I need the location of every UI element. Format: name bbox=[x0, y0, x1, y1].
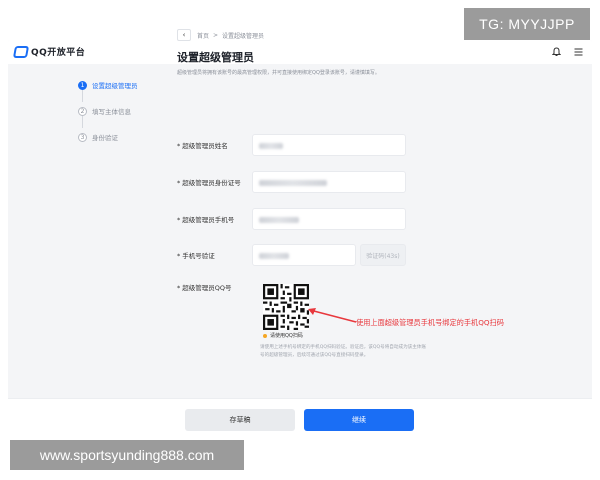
required-mark: * bbox=[177, 179, 181, 187]
step-number: 2 bbox=[78, 106, 87, 116]
logo-text: QQ开放平台 bbox=[31, 48, 86, 58]
continue-button[interactable]: 继续 bbox=[304, 409, 414, 431]
verify-label: * 手机号验证 bbox=[177, 250, 252, 260]
verify-code-input[interactable] bbox=[252, 244, 356, 266]
annotation-text: 使用上面超级管理员手机号绑定的手机QQ扫码 bbox=[356, 318, 504, 327]
top-icons bbox=[550, 46, 584, 58]
breadcrumb-current: 设置超级管理员 bbox=[222, 32, 265, 40]
id-label: * 超级管理员身份证号 bbox=[177, 177, 252, 187]
step-number: 3 bbox=[78, 132, 87, 142]
phone-label-text: 超级管理员手机号 bbox=[182, 216, 235, 224]
step-number: 1 bbox=[78, 80, 87, 90]
logo[interactable]: QQ开放平台 bbox=[12, 45, 86, 58]
chevron-left-icon: ‹ bbox=[182, 31, 186, 39]
step-2[interactable]: 2 填写主体信息 bbox=[78, 104, 168, 128]
masked-value bbox=[259, 180, 327, 186]
name-row: * 超级管理员姓名 bbox=[177, 134, 422, 156]
breadcrumb-home[interactable]: 首页 bbox=[197, 31, 209, 40]
required-mark: * bbox=[177, 216, 181, 224]
step-3[interactable]: 3 身份验证 bbox=[78, 130, 168, 144]
step-connector bbox=[82, 116, 83, 128]
page-title: 设置超级管理员 bbox=[177, 51, 254, 64]
phone-input[interactable] bbox=[252, 208, 406, 230]
required-mark: * bbox=[177, 142, 181, 150]
breadcrumb: ‹ 首页 > 设置超级管理员 bbox=[177, 29, 264, 41]
id-label-text: 超级管理员身份证号 bbox=[182, 179, 241, 187]
step-label: 身份验证 bbox=[92, 134, 118, 142]
qr-help-text: 请使用上述手机号绑定的手机QQ扫码验证。验证后，该QQ号将自动成为该主体账号的超… bbox=[260, 345, 427, 358]
get-code-button[interactable]: 验证码(43s) bbox=[360, 244, 406, 266]
step-label: 设置超级管理员 bbox=[92, 82, 138, 90]
verify-row: * 手机号验证 验证码(43s) bbox=[177, 244, 422, 266]
info-dot-icon bbox=[263, 333, 267, 338]
id-row: * 超级管理员身份证号 bbox=[177, 171, 422, 193]
qq-label: * 超级管理员QQ号 bbox=[177, 282, 252, 292]
step-connector bbox=[82, 90, 83, 102]
back-button[interactable]: ‹ bbox=[177, 29, 191, 41]
watermark-top-right: TG: MYYJJPP bbox=[464, 8, 590, 40]
qq-label-text: 超级管理员QQ号 bbox=[182, 284, 232, 292]
verify-label-text: 手机号验证 bbox=[182, 252, 215, 260]
masked-value bbox=[259, 217, 299, 223]
name-input[interactable] bbox=[252, 134, 406, 156]
qr-caption-text: 请使用QQ扫码 bbox=[270, 333, 303, 339]
bell-icon[interactable] bbox=[550, 46, 562, 58]
step-1[interactable]: 1 设置超级管理员 bbox=[78, 78, 168, 102]
footer-bar: 存草稿 继续 bbox=[8, 398, 592, 440]
id-number-input[interactable] bbox=[252, 171, 406, 193]
masked-value bbox=[259, 143, 283, 149]
required-mark: * bbox=[177, 252, 181, 260]
phone-label: * 超级管理员手机号 bbox=[177, 214, 252, 224]
name-label: * 超级管理员姓名 bbox=[177, 140, 252, 150]
breadcrumb-separator: > bbox=[213, 31, 219, 39]
annotation-arrow-icon bbox=[308, 308, 357, 323]
step-label: 填写主体信息 bbox=[92, 108, 131, 116]
page-description: 超级管理员将拥有该账号的最高管理权限，并可直接使用绑定QQ登录该账号，请谨慎填写… bbox=[177, 70, 380, 76]
required-mark: * bbox=[177, 284, 181, 292]
qr-caption: 请使用QQ扫码 bbox=[263, 332, 303, 339]
page: TG: MYYJJPP QQ开放平台 1 设置超级管理员 2 填写主体信息 3 … bbox=[0, 0, 600, 480]
save-draft-button[interactable]: 存草稿 bbox=[185, 409, 295, 431]
name-label-text: 超级管理员姓名 bbox=[182, 142, 228, 150]
phone-row: * 超级管理员手机号 bbox=[177, 208, 422, 230]
step-indicator: 1 设置超级管理员 2 填写主体信息 3 身份验证 bbox=[78, 78, 168, 156]
watermark-bottom-left: www.sportsyunding888.com bbox=[10, 440, 244, 470]
masked-value bbox=[259, 253, 289, 259]
menu-icon[interactable] bbox=[572, 46, 584, 58]
qq-logo-icon bbox=[12, 45, 30, 58]
